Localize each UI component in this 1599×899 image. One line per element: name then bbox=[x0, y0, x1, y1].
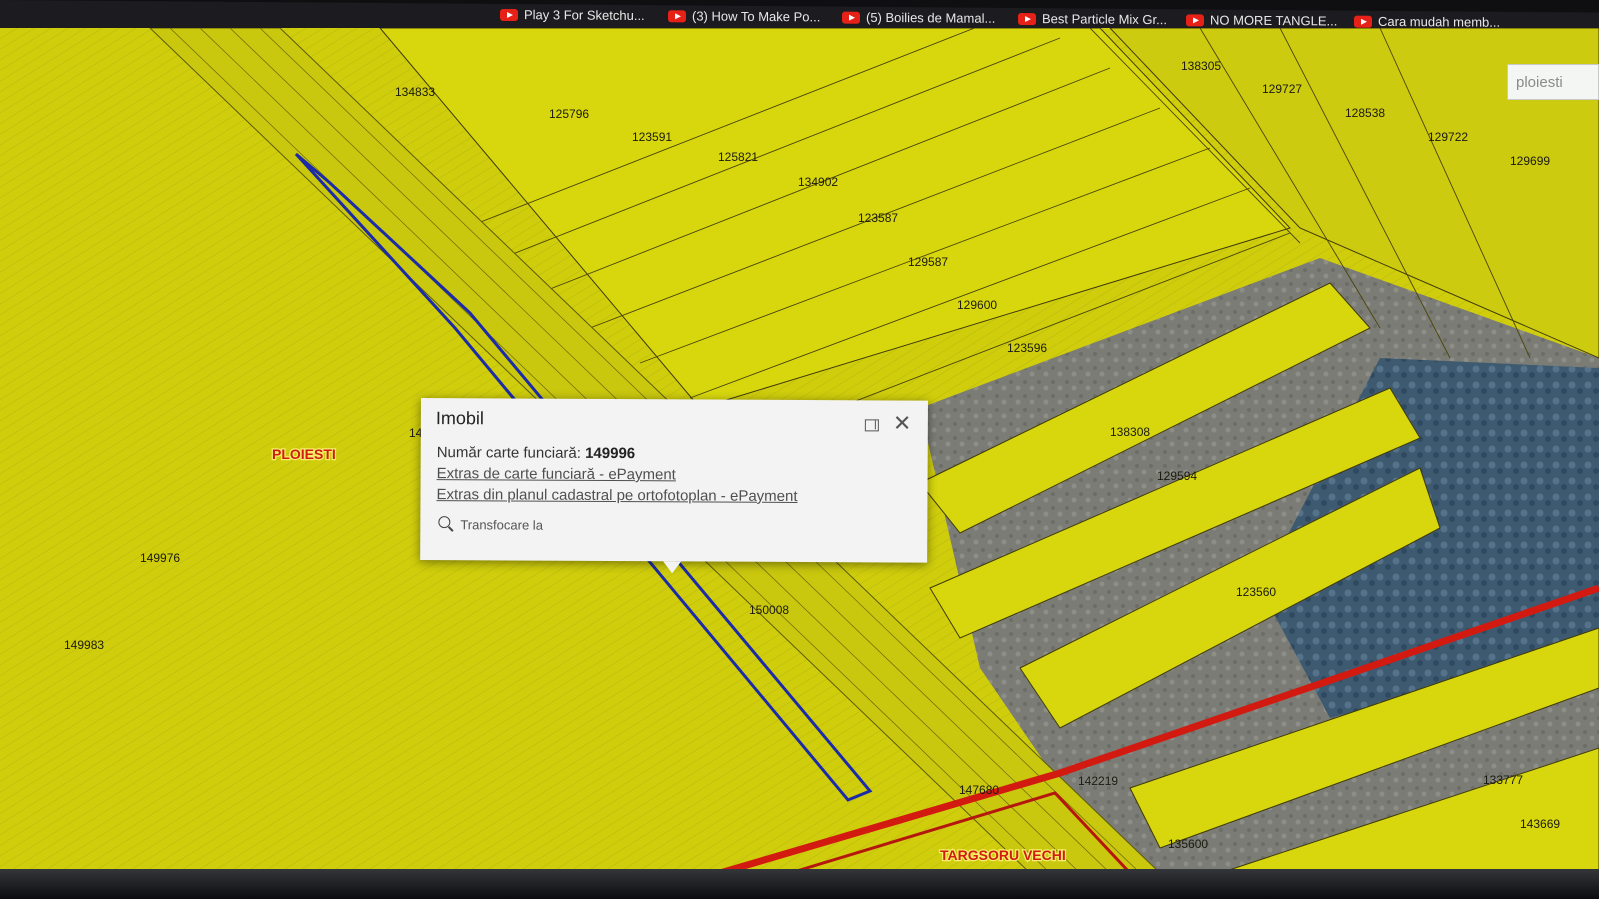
zoom-magnifier-icon bbox=[438, 516, 454, 532]
parcel-number: 129594 bbox=[1157, 469, 1197, 483]
parcel-number: 149976 bbox=[140, 551, 180, 565]
cf-number-row: Număr carte funciară: 149996 bbox=[437, 444, 636, 462]
parcel-number: 149983 bbox=[64, 638, 104, 652]
parcel-number: 123591 bbox=[632, 130, 672, 144]
bookmark-item[interactable]: (5) Boilies de Mamal... bbox=[842, 10, 995, 26]
bookmark-label: Best Particle Mix Gr... bbox=[1042, 11, 1167, 28]
youtube-icon bbox=[500, 8, 518, 21]
bookmark-item[interactable]: (3) How To Make Po... bbox=[668, 8, 820, 24]
parcel-number: 147680 bbox=[959, 783, 999, 797]
cf-number-label: Număr carte funciară: bbox=[436, 444, 581, 462]
parcel-number: 125796 bbox=[549, 107, 589, 121]
parcel-number: 129699 bbox=[1510, 154, 1550, 168]
parcel-number: 133777 bbox=[1483, 773, 1523, 787]
popup-title: Imobil bbox=[435, 408, 484, 429]
map-search-input[interactable]: ploiesti bbox=[1507, 64, 1599, 100]
parcel-number: 123596 bbox=[1007, 341, 1047, 355]
parcel-number: 150008 bbox=[749, 603, 789, 617]
youtube-icon bbox=[668, 9, 686, 22]
extract-cf-link[interactable]: Extras de carte funciară - ePayment bbox=[437, 465, 676, 483]
zoom-to-label: Transfocare la bbox=[460, 516, 543, 533]
bookmark-item[interactable]: Best Particle Mix Gr... bbox=[1018, 11, 1167, 27]
youtube-icon bbox=[1018, 12, 1036, 25]
extract-plan-link[interactable]: Extras din planul cadastral pe ortofotop… bbox=[436, 486, 797, 505]
parcel-number: 129722 bbox=[1428, 130, 1468, 144]
parcel-number: 125821 bbox=[718, 150, 758, 164]
parcel-number: 135600 bbox=[1168, 837, 1208, 851]
bookmark-item[interactable]: NO MORE TANGLE... bbox=[1186, 12, 1338, 29]
parcel-number: 128538 bbox=[1345, 106, 1385, 120]
parcel-number: 134902 bbox=[798, 175, 838, 189]
parcel-number: 123560 bbox=[1236, 585, 1276, 599]
parcel-number: 138305 bbox=[1181, 59, 1221, 73]
parcel-number: 138308 bbox=[1110, 425, 1150, 439]
place-label-targsoru-vechi: TARGSORU VECHI bbox=[940, 847, 1066, 863]
parcel-number: 129600 bbox=[957, 298, 997, 312]
youtube-icon bbox=[1186, 13, 1204, 26]
parcel-info-popup: Imobil ✕ Număr carte funciară: 149996 Ex… bbox=[420, 398, 928, 563]
parcel-number: 143669 bbox=[1520, 817, 1560, 831]
monitor-bezel bbox=[0, 869, 1599, 899]
bookmark-label: (5) Boilies de Mamal... bbox=[866, 9, 996, 26]
bookmark-label: (3) How To Make Po... bbox=[692, 8, 821, 25]
parcel-number: 129587 bbox=[908, 255, 948, 269]
cf-number-value: 149996 bbox=[585, 444, 636, 463]
dock-icon[interactable] bbox=[864, 419, 879, 432]
youtube-icon bbox=[1354, 15, 1372, 28]
zoom-to-button[interactable]: Transfocare la bbox=[438, 516, 543, 533]
close-icon[interactable]: ✕ bbox=[893, 410, 912, 435]
bookmark-label: Play 3 For Sketchu... bbox=[524, 7, 645, 24]
parcel-number: 129727 bbox=[1262, 82, 1302, 96]
youtube-icon bbox=[842, 11, 860, 24]
parcel-number: 142219 bbox=[1078, 774, 1118, 788]
place-label-ploiesti: PLOIESTI bbox=[272, 446, 336, 462]
bookmark-item[interactable]: Play 3 For Sketchu... bbox=[500, 7, 645, 23]
bookmark-label: NO MORE TANGLE... bbox=[1210, 12, 1338, 29]
parcel-number: 123587 bbox=[858, 211, 898, 225]
parcel-number: 134833 bbox=[395, 85, 435, 99]
